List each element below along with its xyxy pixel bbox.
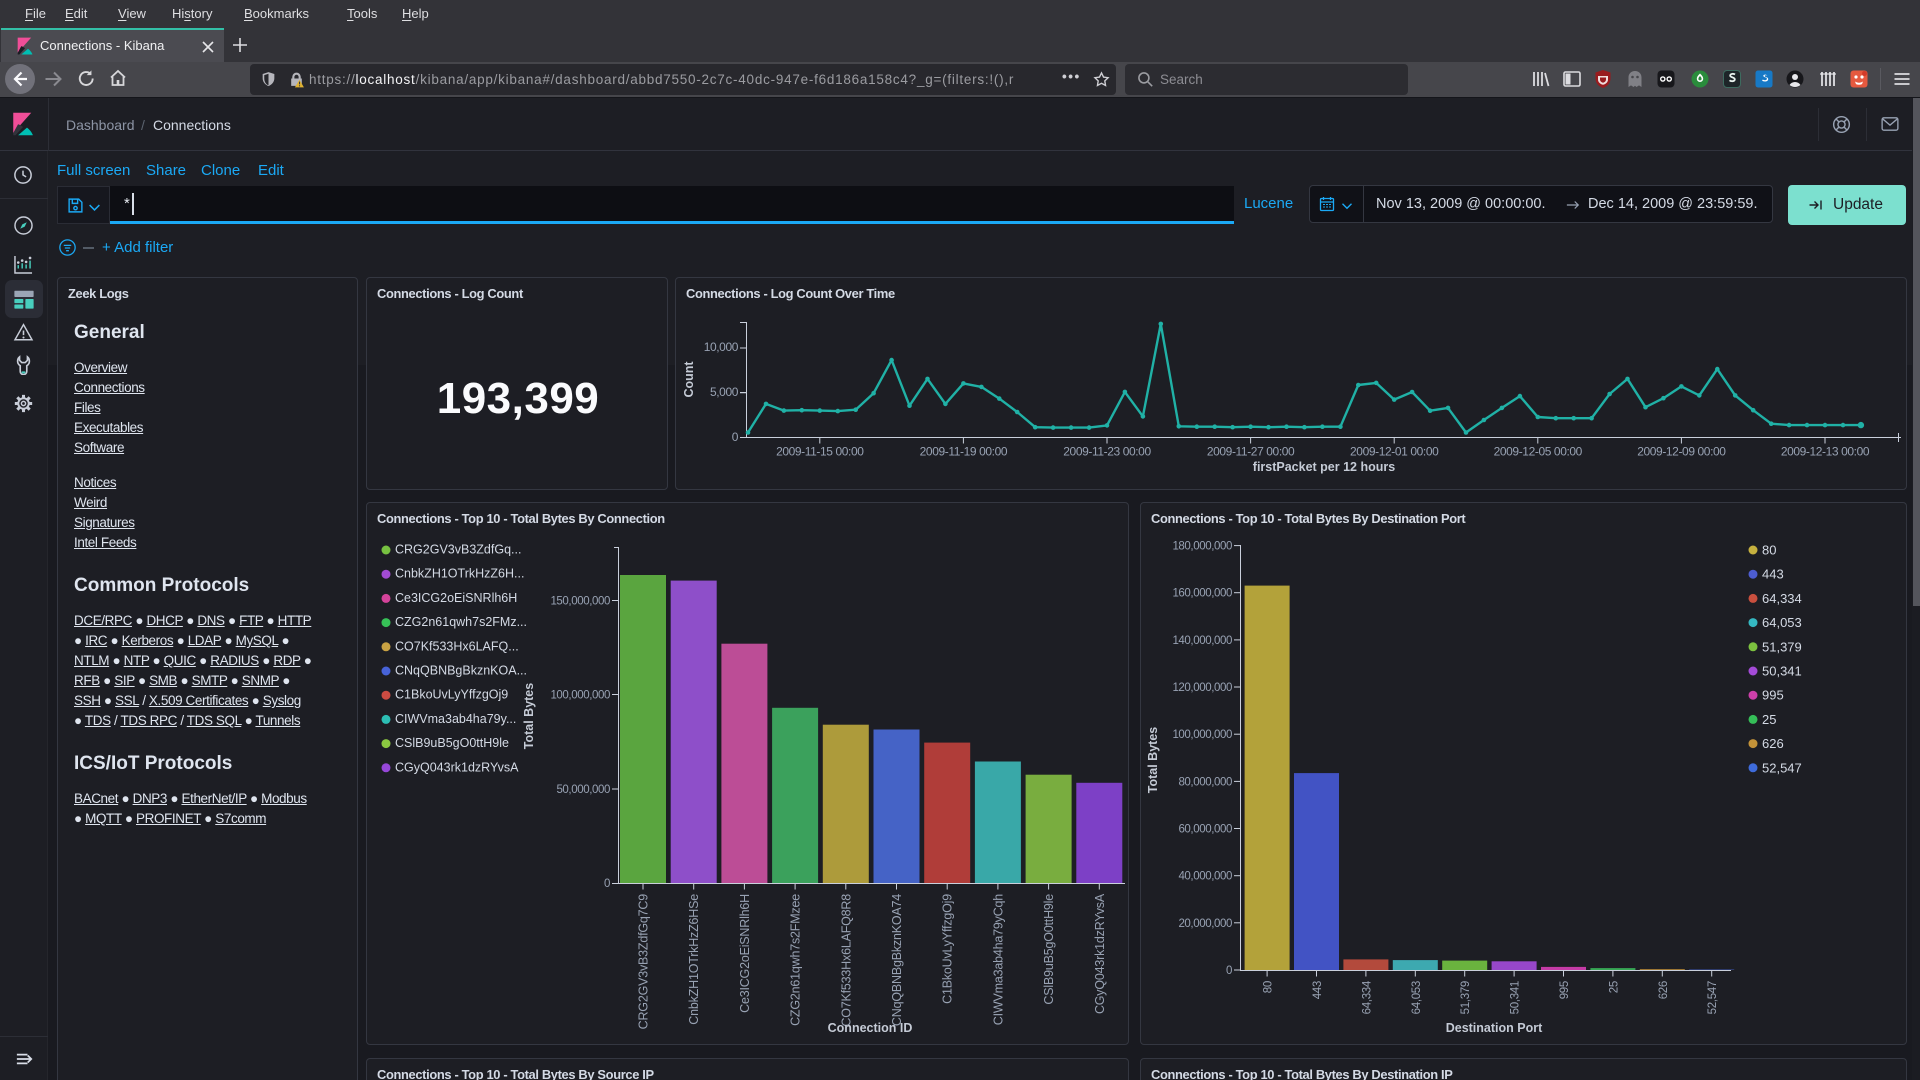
svg-text:Total Bytes: Total Bytes [1146, 727, 1160, 793]
svg-text:160,000,000: 160,000,000 [1172, 588, 1232, 600]
svg-text:995: 995 [1559, 981, 1571, 999]
svg-text:0: 0 [1226, 965, 1232, 977]
svg-text:2009-11-27 00:00: 2009-11-27 00:00 [1207, 445, 1295, 459]
svg-text:40,000,000: 40,000,000 [1178, 871, 1232, 883]
svg-text:CSlB9uB5gO0ttH9le: CSlB9uB5gO0ttH9le [395, 736, 509, 750]
svg-text:60,000,000: 60,000,000 [1178, 824, 1232, 836]
svg-text:2009-12-05 00:00: 2009-12-05 00:00 [1494, 445, 1583, 459]
svg-text:Ce3ICG2oEiSNRlh6H: Ce3ICG2oEiSNRlh6H [395, 591, 517, 605]
svg-text:CGyQ043rk1dzRYvsA: CGyQ043rk1dzRYvsA [1093, 893, 1107, 1014]
svg-text:80,000,000: 80,000,000 [1178, 776, 1232, 788]
svg-text:51,379: 51,379 [1762, 639, 1802, 654]
svg-text:CRG2GV3vB3ZdfGq...: CRG2GV3vB3ZdfGq... [395, 543, 521, 557]
svg-text:0: 0 [604, 878, 610, 890]
svg-text:2009-12-01 00:00: 2009-12-01 00:00 [1350, 445, 1439, 459]
svg-text:20,000,000: 20,000,000 [1178, 918, 1232, 930]
svg-text:51,379: 51,379 [1460, 981, 1472, 1014]
svg-text:995: 995 [1762, 688, 1784, 703]
svg-text:CNqQBNBgBkznKOA...: CNqQBNBgBkznKOA... [395, 664, 527, 678]
svg-text:64,334: 64,334 [1762, 591, 1802, 606]
svg-text:5,000: 5,000 [710, 385, 739, 399]
svg-text:C1BkoUvLyYffzgOj9: C1BkoUvLyYffzgOj9 [395, 688, 508, 702]
svg-text:64,053: 64,053 [1411, 981, 1423, 1014]
svg-text:50,341: 50,341 [1762, 664, 1802, 679]
svg-text:64,053: 64,053 [1762, 615, 1802, 630]
svg-text:2009-12-13 00:00: 2009-12-13 00:00 [1781, 445, 1870, 459]
svg-text:CIWVma3ab4ha79y...: CIWVma3ab4ha79y... [395, 712, 516, 726]
svg-text:CnbkZH1OTrkHzZ6HSe: CnbkZH1OTrkHzZ6HSe [687, 894, 701, 1025]
svg-text:443: 443 [1312, 981, 1324, 999]
svg-text:10,000: 10,000 [704, 340, 739, 354]
svg-text:firstPacket per 12 hours: firstPacket per 12 hours [1253, 460, 1395, 474]
svg-text:CZG2n61qwh7s2FMzee: CZG2n61qwh7s2FMzee [789, 894, 803, 1026]
svg-text:52,547: 52,547 [1762, 760, 1802, 775]
svg-text:Connection ID: Connection ID [828, 1021, 913, 1035]
svg-text:Ce3ICG2oEiSNRlh6H: Ce3ICG2oEiSNRlh6H [738, 894, 752, 1013]
svg-text:180,000,000: 180,000,000 [1172, 541, 1232, 553]
svg-text:80: 80 [1762, 543, 1776, 558]
svg-text:CO7Kf533Hx6LAFQ8R8: CO7Kf533Hx6LAFQ8R8 [839, 894, 853, 1027]
svg-text:443: 443 [1762, 567, 1784, 582]
svg-text:626: 626 [1762, 736, 1784, 751]
svg-text:CZG2n61qwh7s2FMz...: CZG2n61qwh7s2FMz... [395, 615, 527, 629]
svg-text:626: 626 [1658, 981, 1670, 999]
svg-text:25: 25 [1608, 981, 1620, 993]
svg-text:2009-11-19 00:00: 2009-11-19 00:00 [920, 445, 1008, 459]
svg-text:Count: Count [682, 361, 696, 398]
svg-text:0: 0 [732, 430, 739, 444]
svg-text:CIWVma3ab4ha79yCqh: CIWVma3ab4ha79yCqh [991, 894, 1005, 1025]
svg-text:100,000,000: 100,000,000 [1172, 729, 1232, 741]
svg-text:2009-11-23 00:00: 2009-11-23 00:00 [1063, 445, 1151, 459]
svg-text:2009-12-09 00:00: 2009-12-09 00:00 [1637, 445, 1726, 459]
svg-text:80: 80 [1263, 981, 1275, 993]
svg-text:64,334: 64,334 [1361, 980, 1373, 1014]
svg-text:CRG2GV3vB3ZdfGq7C9: CRG2GV3vB3ZdfGq7C9 [637, 894, 651, 1030]
svg-text:Destination Port: Destination Port [1446, 1021, 1543, 1035]
svg-text:50,000,000: 50,000,000 [556, 784, 610, 796]
svg-text:CnbkZH1OTrkHzZ6H...: CnbkZH1OTrkHzZ6H... [395, 567, 524, 581]
svg-text:CO7Kf533Hx6LAFQ...: CO7Kf533Hx6LAFQ... [395, 639, 519, 653]
svg-text:25: 25 [1762, 712, 1776, 727]
svg-text:CNqQBNBgBkznKOA74: CNqQBNBgBkznKOA74 [890, 894, 904, 1026]
svg-text:C1BkoUvLyYffzgOj9: C1BkoUvLyYffzgOj9 [941, 894, 955, 1004]
svg-text:140,000,000: 140,000,000 [1172, 635, 1232, 647]
svg-text:Total Bytes: Total Bytes [522, 683, 536, 749]
svg-text:CSlB9uB5gO0ttH9le: CSlB9uB5gO0ttH9le [1042, 894, 1056, 1005]
svg-text:150,000,000: 150,000,000 [550, 595, 610, 607]
svg-text:100,000,000: 100,000,000 [550, 690, 610, 702]
svg-text:52,547: 52,547 [1707, 981, 1719, 1014]
svg-text:2009-11-15 00:00: 2009-11-15 00:00 [776, 445, 864, 459]
svg-text:CGyQ043rk1dzRYvsA: CGyQ043rk1dzRYvsA [395, 760, 519, 774]
svg-text:120,000,000: 120,000,000 [1172, 682, 1232, 694]
svg-text:50,341: 50,341 [1510, 981, 1522, 1014]
